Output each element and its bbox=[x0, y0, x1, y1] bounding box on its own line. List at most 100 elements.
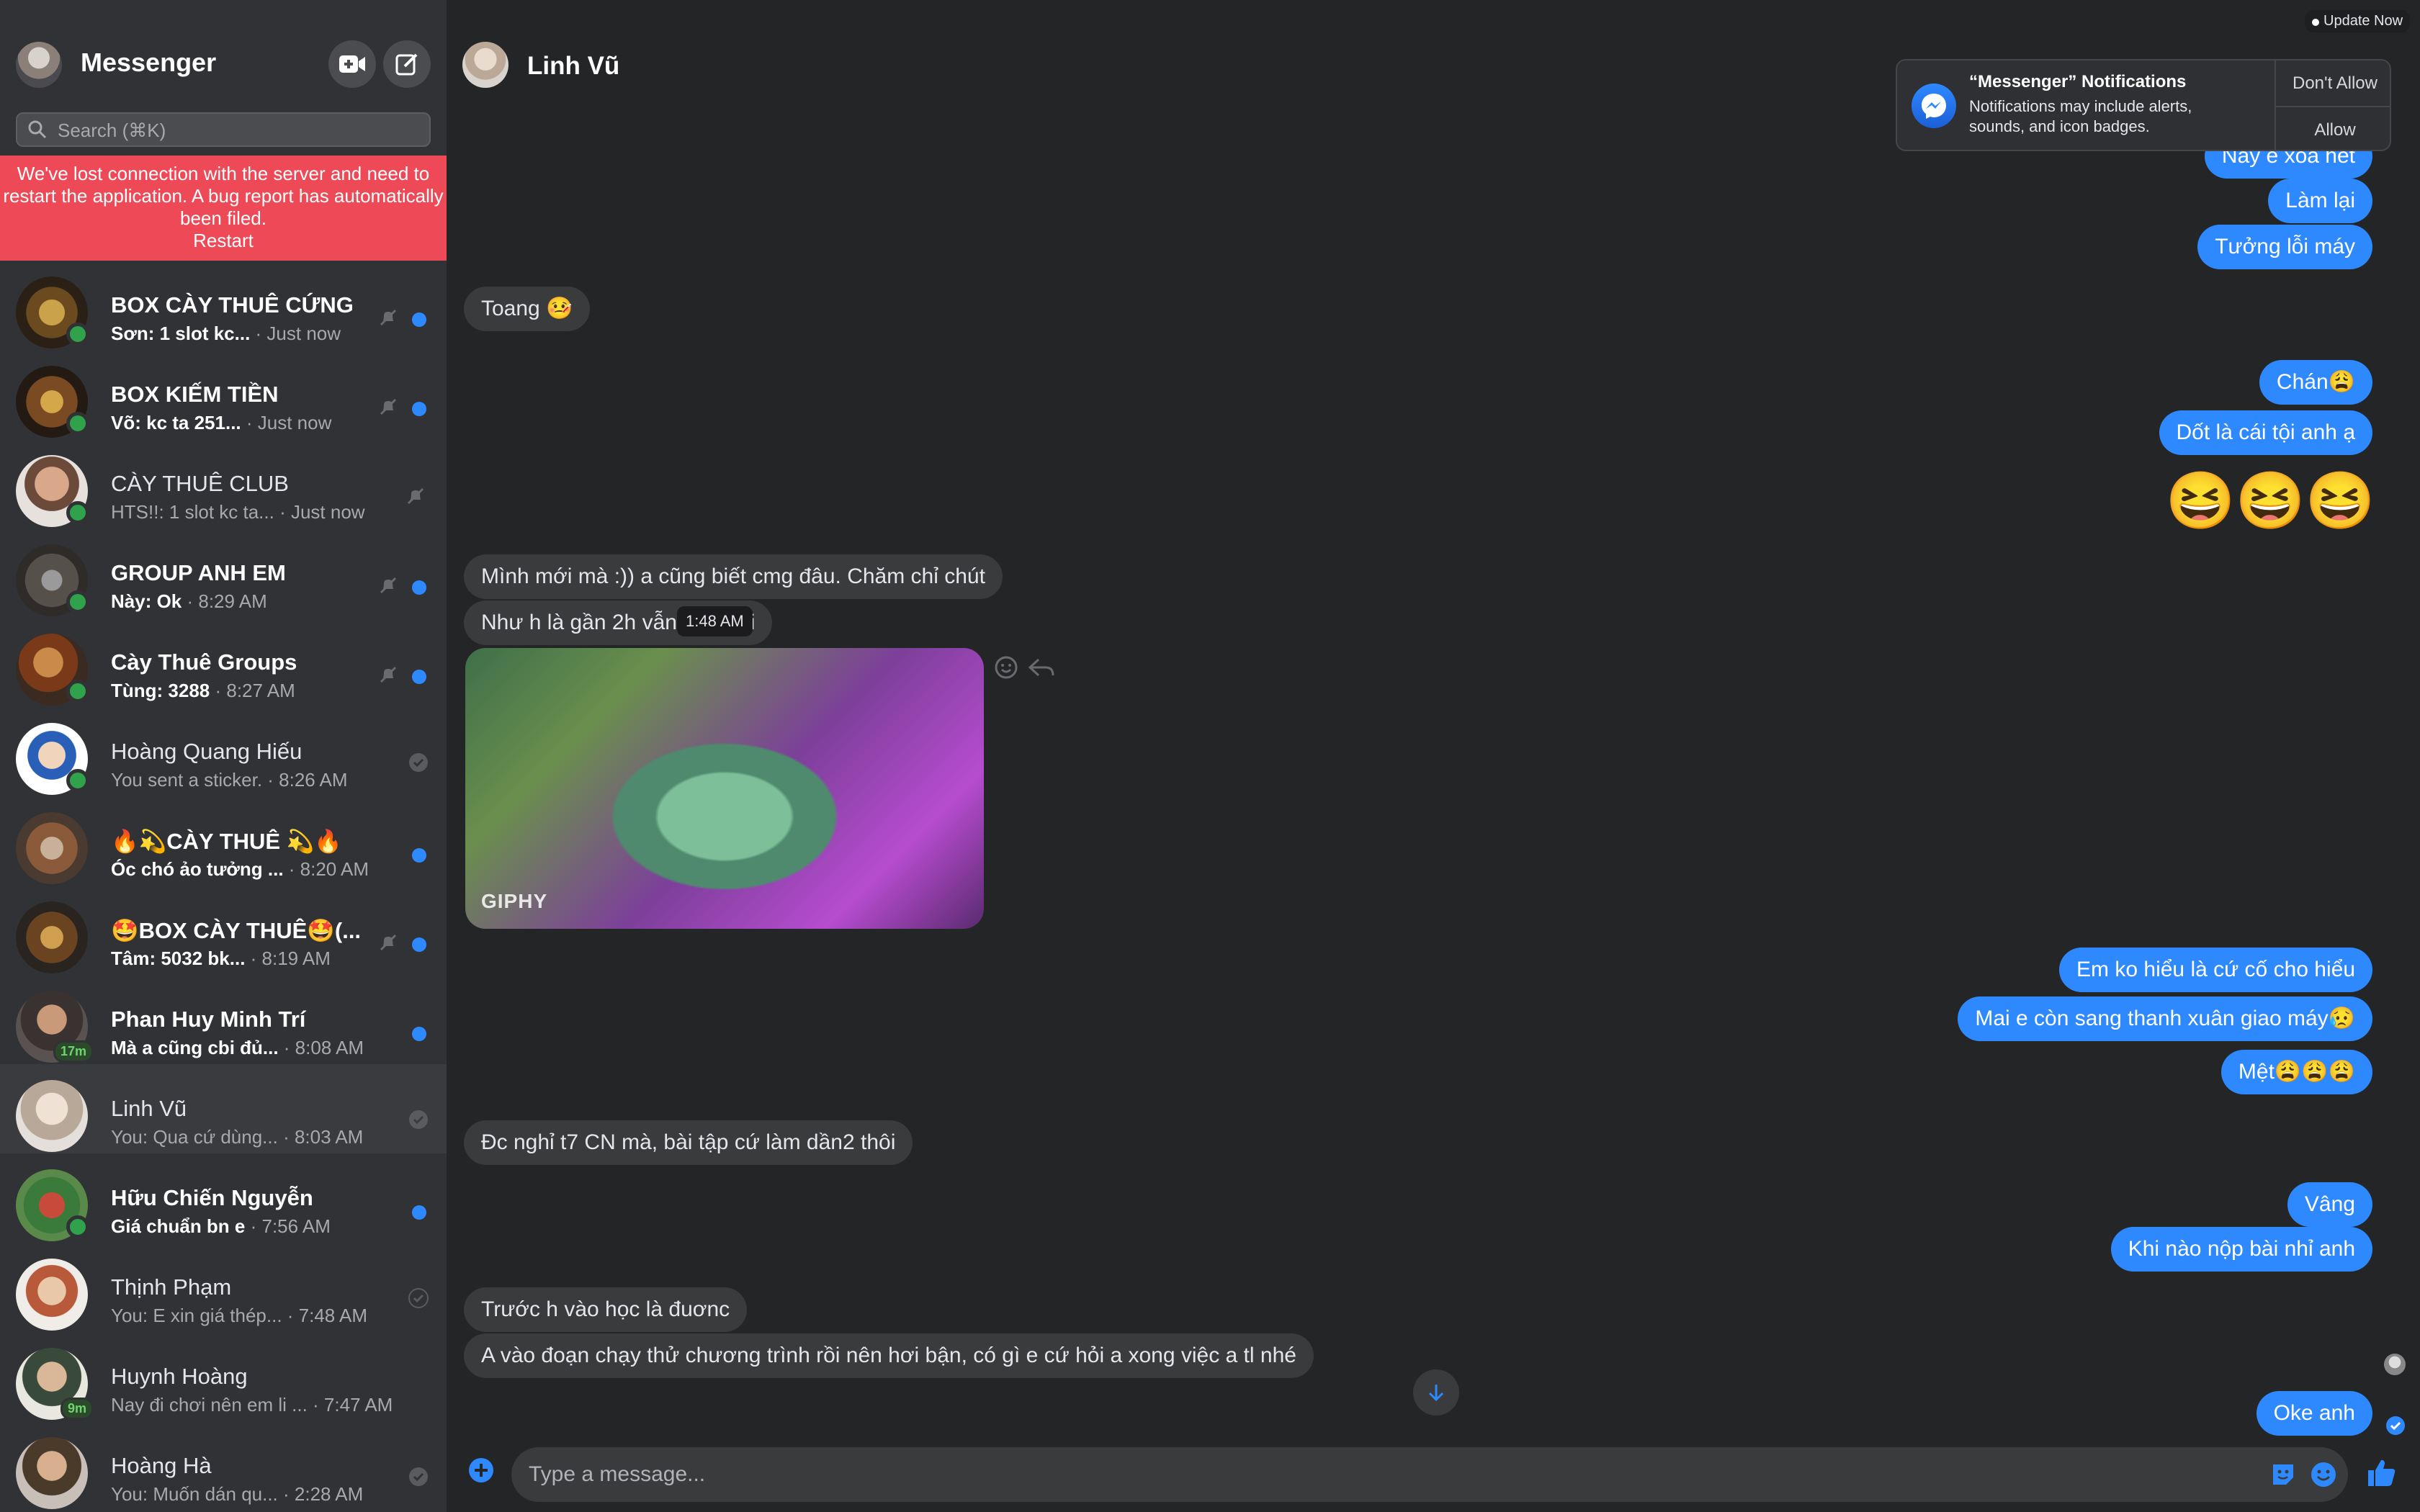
conversation-preview: Nay đi chơi nên em li ... · 7:47 AM bbox=[111, 1394, 393, 1416]
gif-message[interactable]: GIPHY bbox=[465, 648, 984, 929]
avatar bbox=[16, 812, 88, 884]
conversation-name: Cày Thuê Groups bbox=[111, 649, 297, 675]
message-outgoing[interactable]: Khi nào nộp bài nhỉ anh bbox=[2110, 1227, 2372, 1272]
conversation-name: BOX KIẾM TIỀN bbox=[111, 382, 279, 407]
conversation-item[interactable]: BOX KIẾM TIỀN Võ: kc ta 251... · Just no… bbox=[0, 350, 447, 439]
notification-permission-dialog: “Messenger” Notifications Notifications … bbox=[1896, 59, 2391, 151]
avatar bbox=[16, 276, 89, 348]
peer-name[interactable]: Linh Vũ bbox=[527, 52, 619, 81]
message-composer bbox=[447, 1440, 2420, 1512]
conversation-name: Linh Vũ bbox=[111, 1096, 187, 1121]
emoji-icon[interactable] bbox=[2309, 1460, 2338, 1489]
profile-avatar[interactable] bbox=[16, 42, 62, 88]
timestamp-tooltip: 1:48 AM bbox=[677, 606, 753, 636]
conversation-name: BOX CÀY THUÊ CỨNG bbox=[111, 292, 354, 318]
conversation-item[interactable]: 🤩BOX CÀY THUÊ🤩(... Tâm: 5032 bk... · 8:1… bbox=[0, 886, 447, 975]
conversation-item[interactable]: Hoàng Hà You: Muốn dán qu... · 2:28 AM bbox=[0, 1421, 447, 1511]
message-outgoing[interactable]: Mệt😩😩😩 bbox=[2220, 1050, 2372, 1094]
conversation-preview: Mà a cũng cbi đủ... · 8:08 AM bbox=[111, 1037, 364, 1058]
message-outgoing[interactable]: Làm lại bbox=[2268, 179, 2372, 223]
video-plus-icon bbox=[339, 55, 365, 73]
unread-dot bbox=[412, 312, 426, 327]
avatar bbox=[16, 544, 89, 616]
seen-check-icon bbox=[409, 1467, 428, 1486]
conversation-item[interactable]: CÀY THUÊ CLUB HTS!!: 1 slot kc ta... · J… bbox=[0, 439, 447, 528]
new-video-call-button[interactable] bbox=[328, 40, 376, 88]
unread-dot bbox=[412, 580, 426, 595]
conversation-item[interactable]: Hoàng Quang Hiếu You sent a sticker. · 8… bbox=[0, 707, 447, 796]
conversation-item[interactable]: 9m Huynh Hoàng Nay đi chơi nên em li ...… bbox=[0, 1332, 447, 1421]
chat-panel: Linh Vũ Nay e xóa hết Làm lại Tưởng lỗi … bbox=[447, 0, 2420, 1512]
message-outgoing[interactable]: Dốt là cái tội anh ạ bbox=[2159, 410, 2372, 455]
unread-dot bbox=[412, 670, 426, 684]
conversation-item[interactable]: Thịnh Phạm You: E xin giá thép... · 7:48… bbox=[0, 1243, 447, 1332]
unread-dot bbox=[412, 402, 426, 416]
conversation-item[interactable]: 🔥💫CÀY THUÊ 💫🔥 Óc chó ảo tưởng ... · 8:20… bbox=[0, 796, 447, 886]
update-now-button[interactable]: Update Now bbox=[2305, 10, 2411, 32]
conversation-preview: You: Muốn dán qu... · 2:28 AM bbox=[111, 1483, 364, 1505]
scroll-to-bottom-button[interactable] bbox=[1413, 1369, 1459, 1416]
unread-dot bbox=[412, 1205, 426, 1220]
muted-bell-icon bbox=[380, 398, 397, 415]
message-outgoing[interactable]: Chán😩 bbox=[2259, 360, 2372, 405]
conversation-item[interactable]: Hữu Chiến Nguyễn Giá chuẩn bn e · 7:56 A… bbox=[0, 1153, 447, 1243]
conversation-name: Phan Huy Minh Trí bbox=[111, 1007, 306, 1032]
search-input[interactable] bbox=[56, 114, 419, 147]
conversation-name: Hoàng Hà bbox=[111, 1453, 212, 1478]
avatar: 17m bbox=[16, 991, 94, 1063]
message-outgoing[interactable]: Vâng bbox=[2287, 1182, 2372, 1227]
connection-error-banner: We've lost connection with the server an… bbox=[0, 156, 447, 261]
message-incoming[interactable]: A vào đoạn chạy thử chương trình rồi nên… bbox=[464, 1333, 1314, 1378]
seen-check-icon bbox=[409, 1110, 428, 1129]
dont-allow-button[interactable]: Don't Allow bbox=[2276, 60, 2390, 106]
active-ago-badge: 17m bbox=[53, 1040, 94, 1063]
seen-check-icon bbox=[409, 753, 428, 772]
message-incoming[interactable]: Đc nghỉ t7 CN mà, bài tập cứ làm dần2 th… bbox=[464, 1120, 913, 1165]
conversation-preview: Sơn: 1 slot kc... · Just now bbox=[111, 323, 341, 344]
thumbs-up-icon[interactable] bbox=[2365, 1456, 2398, 1489]
react-emoji-icon[interactable] bbox=[994, 655, 1018, 680]
conversation-item[interactable]: BOX CÀY THUÊ CỨNG Sơn: 1 slot kc... · Ju… bbox=[0, 261, 447, 350]
notification-actions: Don't Allow Allow bbox=[2275, 60, 2390, 150]
sidebar-header: Messenger bbox=[0, 0, 447, 108]
conversation-item[interactable]: GROUP ANH EM Này: Ok · 8:29 AM bbox=[0, 528, 447, 618]
muted-bell-icon bbox=[380, 934, 397, 951]
search-box[interactable] bbox=[16, 112, 431, 147]
message-incoming[interactable]: Toang 🤒 bbox=[464, 287, 591, 331]
conversation-item-active[interactable]: Linh Vũ You: Qua cứ dùng... · 8:03 AM bbox=[0, 1064, 447, 1153]
emoji-message[interactable]: 😆😆😆 bbox=[2166, 468, 2375, 533]
compose-icon bbox=[395, 53, 418, 76]
message-incoming[interactable]: Mình mới mà :)) a cũng biết cmg đâu. Chă… bbox=[464, 554, 1003, 599]
online-indicator bbox=[66, 769, 89, 792]
compose-button[interactable] bbox=[383, 40, 431, 88]
unread-dot bbox=[412, 848, 426, 863]
conversation-name: Hữu Chiến Nguyễn bbox=[111, 1185, 313, 1210]
message-outgoing[interactable]: Em ko hiểu là cứ cố cho hiểu bbox=[2059, 948, 2372, 992]
conversation-item[interactable]: 17m Phan Huy Minh Trí Mà a cũng cbi đủ..… bbox=[0, 975, 447, 1064]
avatar bbox=[16, 1259, 88, 1331]
message-outgoing[interactable]: Mai e còn sang thanh xuân giao máy😥 bbox=[1958, 996, 2372, 1041]
conversation-preview: Giá chuẩn bn e · 7:56 AM bbox=[111, 1215, 331, 1237]
plus-circle-icon[interactable] bbox=[467, 1456, 496, 1485]
avatar bbox=[16, 366, 89, 438]
seen-check-icon bbox=[408, 1288, 429, 1308]
message-outgoing[interactable]: Tưởng lỗi máy bbox=[2197, 225, 2372, 269]
allow-button[interactable]: Allow bbox=[2276, 106, 2390, 150]
peer-avatar[interactable] bbox=[462, 42, 508, 88]
conversation-name: GROUP ANH EM bbox=[111, 560, 286, 585]
search-icon bbox=[28, 120, 47, 139]
restart-link[interactable]: Restart bbox=[0, 230, 447, 252]
message-incoming[interactable]: Trước h vào học là đuơnc bbox=[464, 1287, 748, 1332]
avatar: 9m bbox=[16, 1348, 94, 1420]
conversation-name: Huynh Hoàng bbox=[111, 1364, 248, 1389]
message-input[interactable] bbox=[511, 1447, 2348, 1502]
avatar bbox=[16, 1169, 89, 1241]
conversation-preview: Này: Ok · 8:29 AM bbox=[111, 590, 267, 612]
arrow-down-icon bbox=[1428, 1385, 1444, 1402]
online-indicator bbox=[66, 323, 89, 346]
reply-icon[interactable] bbox=[1027, 655, 1056, 680]
sticker-icon[interactable] bbox=[2269, 1460, 2298, 1489]
message-outgoing[interactable]: Oke anh bbox=[2256, 1391, 2372, 1436]
notification-body: Notifications may include alerts, sounds… bbox=[1969, 97, 2192, 135]
conversation-item[interactable]: Cày Thuê Groups Tùng: 3288 · 8:27 AM bbox=[0, 618, 447, 707]
